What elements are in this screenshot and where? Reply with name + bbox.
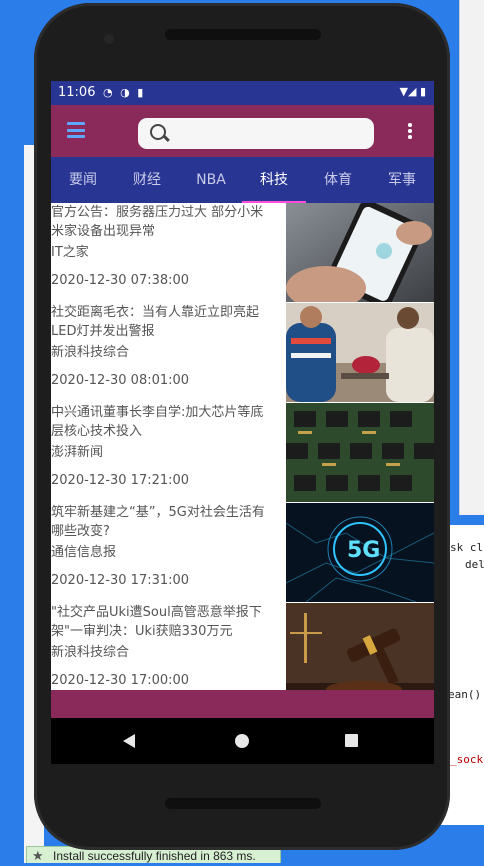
- back-icon[interactable]: [123, 734, 135, 748]
- code-line: sk cl: [450, 541, 484, 554]
- news-item[interactable]: 社交距离毛衣：当有人靠近立即亮起LED灯并发出警报 新浪科技综合 2020-12…: [51, 303, 434, 403]
- ide-right-panel: [459, 0, 484, 515]
- search-box[interactable]: [138, 118, 374, 149]
- tab-caijing[interactable]: 财经: [115, 157, 179, 203]
- news-date: 2020-12-30 17:00:00: [51, 673, 190, 688]
- tab-keji[interactable]: 科技: [242, 157, 306, 203]
- toast-message: Install successfully finished in 863 ms.: [53, 849, 256, 863]
- status-bar: 11:06 ◔ ◑ ▮ ▼◢ ▮: [51, 81, 434, 105]
- news-source: 通信信息报: [51, 545, 117, 560]
- code-line: _socke: [450, 753, 484, 766]
- news-item[interactable]: 筑牢新基建之“基”，5G对社会生活有哪些改变? 通信信息报 2020-12-30…: [51, 503, 434, 603]
- news-title: 社交距离毛衣：当有人靠近立即亮起LED灯并发出警报: [51, 305, 260, 339]
- news-thumbnail: [286, 203, 434, 302]
- news-item[interactable]: 官方公告：服务器压力过大 部分小米米家设备出现异常 IT之家 2020-12-3…: [51, 203, 434, 303]
- recent-apps-icon[interactable]: [345, 734, 358, 747]
- news-date: 2020-12-30 17:21:00: [51, 473, 190, 488]
- star-icon: ★: [32, 848, 44, 863]
- menu-icon[interactable]: [67, 122, 85, 138]
- tab-nba[interactable]: NBA: [179, 157, 243, 203]
- system-nav-bar: [51, 718, 434, 764]
- svg-text:5G: 5G: [347, 538, 380, 563]
- news-source: 新浪科技综合: [51, 645, 130, 660]
- news-title: 官方公告：服务器压力过大 部分小米米家设备出现异常: [51, 205, 264, 239]
- signal-battery-icons: ▼◢ ▮: [399, 85, 426, 98]
- home-icon[interactable]: [235, 734, 249, 748]
- app-screen: 11:06 ◔ ◑ ▮ ▼◢ ▮ 要闻 财经 NBA 科技 体育 军事 官方公告…: [51, 81, 434, 764]
- news-source: 新浪科技综合: [51, 345, 130, 360]
- notification-icons: ◔ ◑ ▮: [103, 86, 146, 99]
- toolbar: [51, 105, 434, 157]
- category-tabs: 要闻 财经 NBA 科技 体育 军事: [51, 157, 434, 203]
- news-title: "社交产品Uki遭Soul高管恶意举报下架"一审判决：Uki获赔330万元: [51, 605, 262, 639]
- more-options-icon[interactable]: [408, 123, 412, 141]
- speaker-top: [165, 29, 321, 40]
- tab-yaowen[interactable]: 要闻: [51, 157, 115, 203]
- news-thumbnail: [286, 603, 434, 690]
- bottom-app-bar: [51, 690, 434, 718]
- tab-tiyu[interactable]: 体育: [306, 157, 370, 203]
- camera: [104, 34, 114, 44]
- news-thumbnail: [286, 303, 434, 402]
- tab-junshi[interactable]: 军事: [370, 157, 434, 203]
- code-line: ean(): [448, 688, 482, 701]
- speaker-bottom: [165, 798, 321, 809]
- news-title: 筑牢新基建之“基”，5G对社会生活有哪些改变?: [51, 505, 265, 539]
- news-item[interactable]: 中兴通讯董事长李自学:加大芯片等底层核心技术投入 澎湃新闻 2020-12-30…: [51, 403, 434, 503]
- news-item[interactable]: "社交产品Uki遭Soul高管恶意举报下架"一审判决：Uki获赔330万元 新浪…: [51, 603, 434, 690]
- news-source: 澎湃新闻: [51, 445, 104, 460]
- news-date: 2020-12-30 07:38:00: [51, 273, 190, 288]
- search-input[interactable]: [176, 121, 370, 147]
- news-thumbnail: [286, 403, 434, 502]
- code-line: del: [465, 558, 484, 571]
- news-date: 2020-12-30 17:31:00: [51, 573, 190, 588]
- news-thumbnail: 5G: [286, 503, 434, 602]
- news-date: 2020-12-30 08:01:00: [51, 373, 190, 388]
- news-list: 官方公告：服务器压力过大 部分小米米家设备出现异常 IT之家 2020-12-3…: [51, 203, 434, 690]
- news-title: 中兴通讯董事长李自学:加大芯片等底层核心技术投入: [51, 405, 264, 439]
- status-time: 11:06: [58, 85, 96, 100]
- news-source: IT之家: [51, 245, 89, 260]
- search-icon: [150, 124, 166, 140]
